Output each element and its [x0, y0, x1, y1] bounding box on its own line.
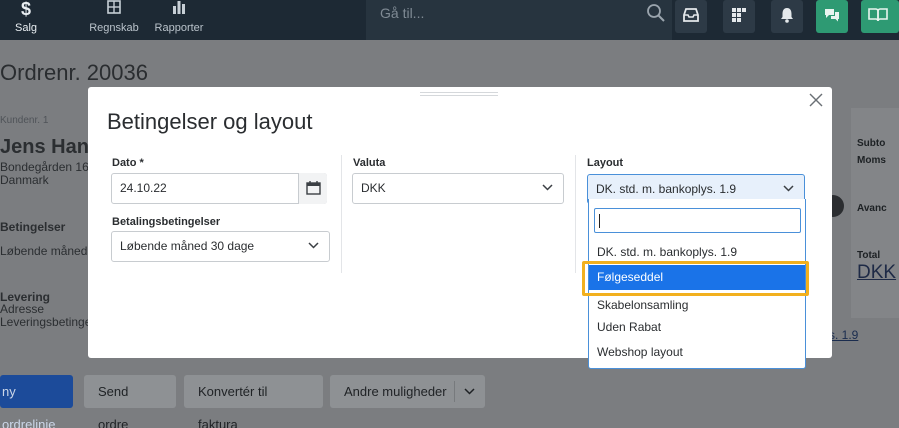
delivery-address: Adresse	[0, 302, 45, 316]
layout-label: Layout	[587, 157, 624, 169]
bell-icon	[781, 8, 793, 23]
layout-option[interactable]: Uden Rabat	[589, 315, 805, 340]
text-caret	[599, 214, 600, 228]
customer-name: Jens Hans	[0, 136, 101, 158]
highlight-annotation	[582, 261, 809, 296]
more-options-label: Andre muligheder	[344, 384, 447, 399]
payment-terms-label: Betalingsbetingelser	[112, 216, 221, 228]
summary-total-label: Total	[857, 250, 881, 261]
ledger-icon	[84, 0, 144, 18]
calendar-icon	[306, 181, 321, 195]
column-divider	[575, 155, 576, 273]
chevron-down-icon	[308, 242, 319, 249]
date-input[interactable]: 24.10.22	[111, 173, 327, 204]
search-input[interactable]: Gå til...	[380, 5, 424, 21]
drag-handle[interactable]	[420, 92, 498, 96]
page-title: Ordrenr. 20036	[0, 60, 148, 85]
button-separator	[454, 381, 455, 402]
inbox-button[interactable]	[675, 0, 707, 33]
nav-regnskab-label: Regnskab	[89, 22, 139, 34]
calendar-button[interactable]	[298, 173, 327, 204]
layout-value: DK. std. m. bankoplys. 1.9	[596, 182, 737, 196]
help-book-button[interactable]	[861, 0, 899, 33]
convert-to-invoice-button[interactable]: Konvertér til faktura	[184, 375, 323, 428]
dollar-icon: $	[20, 0, 31, 19]
customer-address-line1: Bondegården 16, 2	[0, 160, 103, 174]
customer-address-line2: Danmark	[0, 173, 49, 187]
date-label: Dato *	[112, 157, 144, 169]
nav-rapporter[interactable]: Rapporter	[150, 0, 208, 40]
inbox-icon	[683, 8, 699, 22]
bar-chart-icon	[150, 0, 208, 18]
top-navigation-bar: $ Salg Regnskab Rapporter Gå til...	[0, 0, 899, 40]
apps-grid-icon	[732, 8, 746, 22]
chat-icon	[825, 9, 839, 22]
dropdown-search-input[interactable]	[594, 208, 801, 233]
book-icon	[868, 8, 888, 22]
summary-subtotal-label: Subto	[857, 138, 886, 149]
chevron-down-icon	[783, 185, 794, 192]
summary-currency: DKK	[857, 262, 897, 283]
column-divider	[341, 155, 342, 273]
layout-option[interactable]: Webshop layout	[589, 340, 805, 365]
close-icon[interactable]	[809, 93, 823, 107]
apps-button[interactable]	[723, 0, 755, 33]
customer-number: Kundenr. 1	[0, 115, 49, 126]
chevron-down-icon	[542, 184, 553, 191]
chat-button[interactable]	[816, 0, 848, 33]
terms-heading: Betingelser	[0, 220, 66, 234]
search-icon[interactable]	[646, 3, 666, 23]
nav-rapporter-label: Rapporter	[154, 22, 204, 34]
payment-terms-value: Løbende måned 30 dage	[120, 239, 255, 253]
currency-value: DKK	[361, 181, 386, 195]
chevron-down-icon[interactable]	[464, 388, 475, 395]
layout-link[interactable]: s. 1.9	[829, 328, 858, 342]
summary-moms-label: Moms	[857, 155, 886, 166]
summary-avance-label: Avanc	[857, 203, 887, 214]
more-options-button[interactable]: Andre muligheder	[330, 375, 485, 408]
send-order-button[interactable]: Send ordre	[84, 375, 176, 428]
currency-label: Valuta	[353, 157, 386, 169]
notifications-button[interactable]	[771, 0, 803, 33]
search-bar[interactable]: Gå til...	[366, 0, 672, 40]
nav-salg-label: Salg	[14, 22, 38, 34]
modal-title: Betingelser og layout	[107, 109, 313, 134]
payment-terms-select[interactable]: Løbende måned 30 dage	[111, 231, 330, 262]
nav-salg[interactable]: $ Salg	[6, 0, 46, 40]
new-order-line-button[interactable]: ny ordrelinje	[0, 375, 73, 428]
nav-regnskab[interactable]: Regnskab	[84, 0, 144, 40]
currency-select[interactable]: DKK	[352, 173, 564, 204]
